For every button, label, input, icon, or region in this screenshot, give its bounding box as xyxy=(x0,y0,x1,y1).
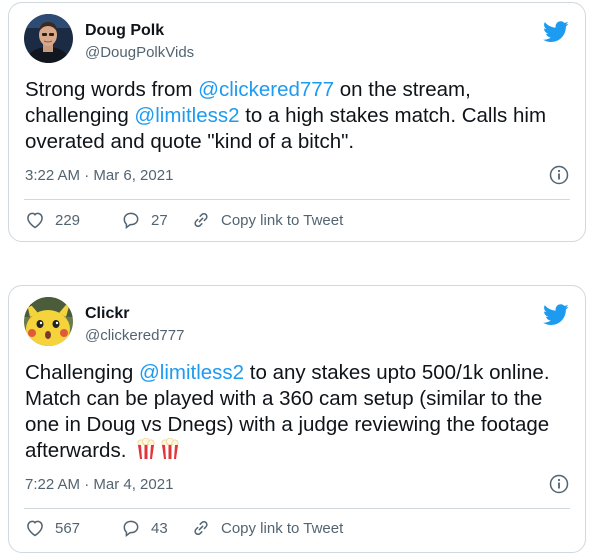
author-handle[interactable]: @clickered777 xyxy=(85,327,184,344)
like-count: 567 xyxy=(55,519,81,537)
tweet-text: Strong words from @clickered777 on the s… xyxy=(25,77,571,155)
action-bar: 229 27 Copy link to Tweet xyxy=(25,209,570,231)
info-icon[interactable] xyxy=(549,165,569,185)
reply-bubble-icon xyxy=(121,210,141,230)
divider xyxy=(24,508,570,509)
popcorn-icon xyxy=(160,437,180,460)
avatar[interactable] xyxy=(24,297,73,346)
avatar[interactable] xyxy=(24,14,73,63)
reply-count: 27 xyxy=(151,211,168,229)
author-name[interactable]: Doug Polk xyxy=(85,22,164,40)
tweet-text-segment: Strong words from xyxy=(25,78,199,101)
like-count: 229 xyxy=(55,211,81,229)
info-icon[interactable] xyxy=(549,474,569,494)
heart-icon xyxy=(25,518,45,538)
reply-bubble-icon xyxy=(121,518,141,538)
heart-icon xyxy=(25,210,45,230)
timestamp[interactable]: 7:22 AM · Mar 4, 2021 xyxy=(25,476,173,493)
reply-button[interactable]: 43 xyxy=(121,518,191,538)
mention-link[interactable]: @limitless2 xyxy=(134,104,239,127)
reply-button[interactable]: 27 xyxy=(121,210,191,230)
copy-link-label: Copy link to Tweet xyxy=(221,211,344,229)
reply-count: 43 xyxy=(151,519,168,537)
divider xyxy=(24,199,570,200)
copy-link-button[interactable]: Copy link to Tweet xyxy=(191,518,343,538)
twitter-bird-icon[interactable] xyxy=(543,21,569,43)
mention-link[interactable]: @limitless2 xyxy=(139,361,244,384)
link-icon xyxy=(191,518,211,538)
tweet-card-doug-polk[interactable]: Doug Polk @DougPolkVids Strong words fro… xyxy=(8,2,586,242)
author-handle[interactable]: @DougPolkVids xyxy=(85,44,194,61)
copy-link-button[interactable]: Copy link to Tweet xyxy=(191,210,343,230)
like-button[interactable]: 567 xyxy=(25,518,121,538)
mention-link[interactable]: @clickered777 xyxy=(198,78,334,101)
popcorn-icon xyxy=(136,437,156,460)
timestamp[interactable]: 3:22 AM · Mar 6, 2021 xyxy=(25,167,173,184)
like-button[interactable]: 229 xyxy=(25,210,121,230)
tweet-text: Challenging @limitless2 to any stakes up… xyxy=(25,360,571,464)
tweet-card-clickr[interactable]: Clickr @clickered777 Challenging @limitl… xyxy=(8,285,586,553)
author-name[interactable]: Clickr xyxy=(85,305,129,323)
tweet-text-segment: Challenging xyxy=(25,361,139,384)
action-bar: 567 43 Copy link to Tweet xyxy=(25,517,570,539)
copy-link-label: Copy link to Tweet xyxy=(221,519,344,537)
twitter-bird-icon[interactable] xyxy=(543,304,569,326)
link-icon xyxy=(191,210,211,230)
